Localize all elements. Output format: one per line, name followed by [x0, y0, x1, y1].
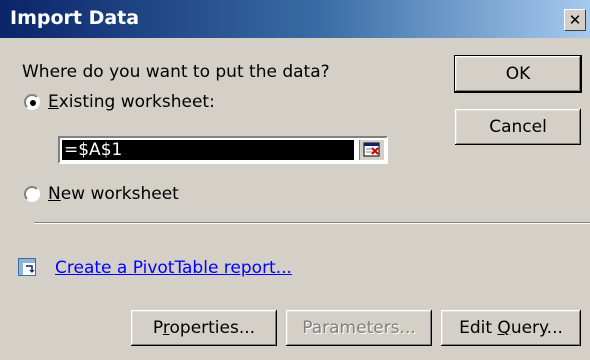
new-worksheet-radio[interactable] [24, 186, 40, 202]
title-bar: Import Data ✕ [0, 0, 590, 38]
range-value[interactable]: =$A$1 [62, 140, 354, 160]
parameters-button: Parameters... [286, 310, 432, 346]
window-title: Import Data [10, 7, 140, 29]
ok-button[interactable]: OK [454, 55, 582, 93]
pivottable-icon[interactable] [18, 258, 36, 276]
existing-worksheet-label[interactable]: Existing worksheet: [48, 92, 215, 112]
collapse-dialog-icon[interactable] [359, 140, 384, 160]
radio-selected-dot [30, 100, 36, 106]
prompt-label: Where do you want to put the data? [22, 62, 330, 82]
new-worksheet-label[interactable]: New worksheet [48, 184, 179, 204]
range-input[interactable]: =$A$1 [58, 136, 388, 164]
create-pivottable-link[interactable]: Create a PivotTable report... [55, 258, 292, 278]
close-icon[interactable]: ✕ [564, 9, 586, 31]
separator-line [34, 222, 590, 224]
cancel-button[interactable]: Cancel [455, 109, 581, 145]
edit-query-button[interactable]: Edit Query... [441, 310, 581, 346]
properties-button[interactable]: Properties... [131, 310, 277, 346]
import-data-dialog: Import Data ✕ Where do you want to put t… [0, 0, 590, 360]
existing-worksheet-radio[interactable] [24, 94, 40, 110]
